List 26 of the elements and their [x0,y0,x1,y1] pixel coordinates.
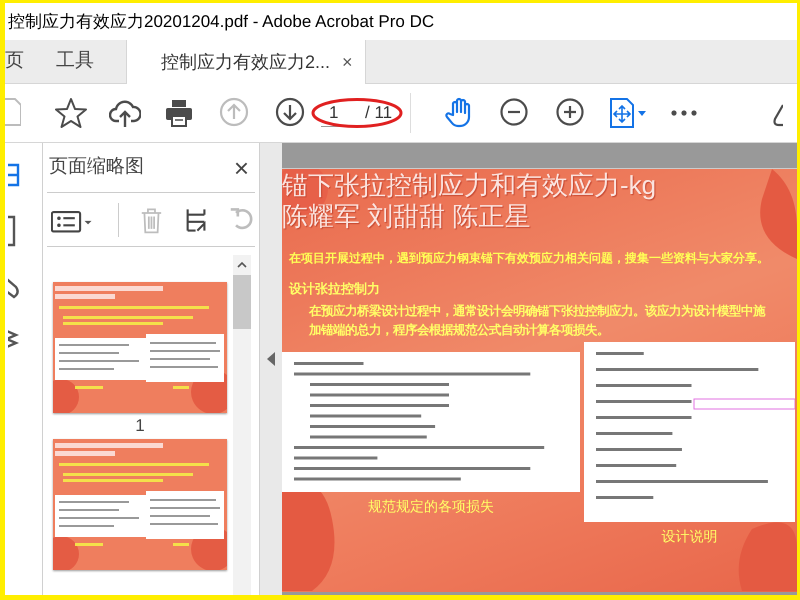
panel-title: 页面缩略图 [49,155,144,180]
tab[interactable]: 控制应力有效应力2... × [126,40,366,84]
figure-caption: 设计说明 [662,527,718,546]
tab[interactable]: 页 [5,40,48,83]
slide-title: 锚下张拉控制应力和有效应力-kg [282,170,658,201]
intro-text: 在项目开展过程中，遇到预应力钢束锚下有效预应力相关问题，搜集一些资料与大家分享。 [289,250,770,266]
star-icon[interactable] [55,97,87,129]
page-label: 1 [135,415,145,437]
close-button[interactable]: × [234,154,249,180]
window-title: 控制应力有效应力20201204.pdf - Adobe Acrobat Pro DC [8,10,434,33]
arrow-down-circle-icon[interactable] [275,97,305,129]
scroll-thumb[interactable] [233,275,251,329]
section-heading: 设计张拉控制力 [289,281,381,297]
page-thumbnail[interactable] [53,438,227,570]
slide-paragraph: 在预应力桥梁设计过程中，通常设计会明确锚下张拉控制应力。该应力为设计模型中施加锚端的总力，程序会根据规范公式自动计算各项损失。 [309,303,766,339]
tab[interactable]: 工具 [48,40,126,83]
close-tab-button[interactable]: × [342,48,353,76]
slide-title: 陈耀军 刘甜甜 陈正星 [282,201,532,232]
collapse-arrow-icon[interactable] [267,352,275,366]
print-icon[interactable] [163,97,195,129]
page-number-field[interactable]: 1 [321,99,361,127]
page-thumbnail[interactable] [53,282,227,413]
page-total: / 11 [365,102,392,124]
figure-caption: 规范规定的各项损失 [368,497,494,516]
scrollbar[interactable] [233,255,251,595]
fit-page-icon[interactable] [609,97,648,129]
